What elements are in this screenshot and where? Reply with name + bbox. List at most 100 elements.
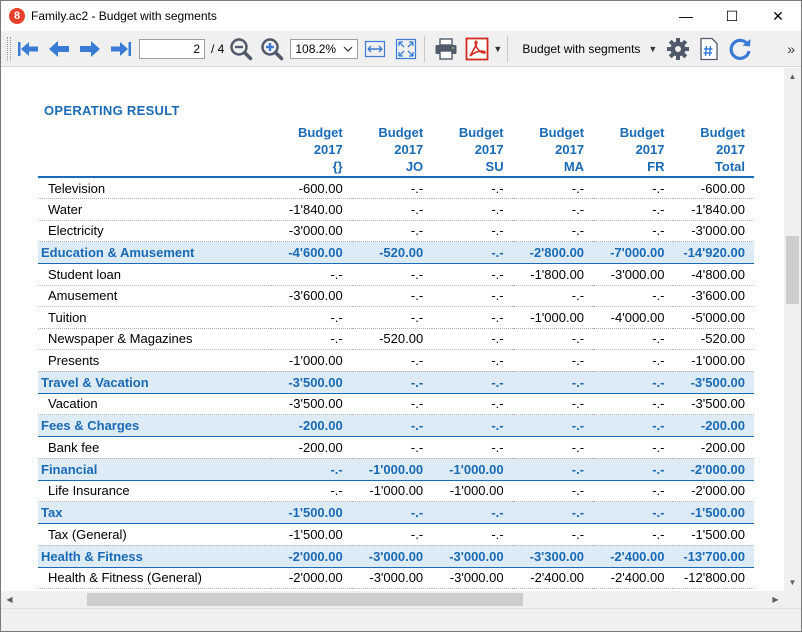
zoom-dropdown[interactable]: 108.2% [290,38,359,59]
amount-cell: -4'800.00 [673,263,754,286]
group-total-row: Health & Fitness -2'000.00 -3'000.00 -3'000… [38,545,754,568]
amount-cell: -1'000.00 [512,306,594,329]
caret-down-icon: ▼ [648,43,658,54]
amount-cell: -.- [432,220,513,242]
scroll-right-button[interactable]: ▶ [767,591,784,608]
row-label: Health & Fitness [38,545,272,568]
table-row: Television -600.00 -.- -.- -.- -.- -600.00 [38,177,754,199]
table-row: Amusement -3'600.00 -.- -.- -.- -.- -3'600.00 [38,285,754,307]
row-label: Travel & Vacation [38,371,272,394]
zoom-out-button[interactable] [227,35,255,63]
fit-page-icon [396,38,417,59]
amount-cell: -200.00 [271,414,352,437]
gear-icon [667,37,690,60]
amount-cell: -3'600.00 [673,285,754,307]
column-header [38,141,271,158]
print-button[interactable] [432,35,460,63]
toolbar-grip[interactable] [7,36,11,61]
zoom-out-icon [230,37,253,60]
table-row: Health & Fitness (General) -2'000.00 -3'00… [38,567,754,589]
column-header: FR [593,158,674,178]
toolbar-overflow-button[interactable]: » [787,41,795,57]
amount-cell: -3'500.00 [673,393,754,415]
amount-cell: -.- [432,436,513,459]
next-page-button[interactable] [76,35,104,63]
amount-cell: -3'000.00 [432,567,513,589]
report-preview[interactable]: OPERATING RESULT Budget Budget Budget Budge… [1,68,784,591]
group-total-row: Financial -.- -1'000.00 -1'000.00 -.- -.- -2'0… [38,458,754,481]
column-header: Budget [458,125,504,140]
scroll-up-button[interactable]: ▲ [784,68,801,85]
amount-cell: -3'000.00 [432,545,513,568]
amount-cell: -.- [593,198,674,221]
amount-cell: -.- [351,306,433,329]
scroll-left-button[interactable]: ◀ [1,591,18,608]
export-pdf-button[interactable] [463,35,491,63]
amount-cell: -1'800.00 [512,263,594,286]
zoom-in-button[interactable] [258,35,286,63]
amount-cell: -520.00 [351,328,433,350]
amount-cell: -3'500.00 [271,393,352,415]
amount-cell: -.- [593,523,674,546]
amount-cell: -.- [351,414,433,437]
amount-cell: -.- [512,371,594,394]
row-label: Education & Amusement [38,241,272,264]
status-bar [1,608,801,631]
amount-cell: -2'000.00 [673,458,754,481]
last-page-button[interactable] [107,35,135,63]
export-dropdown-button[interactable]: ▼ [491,44,503,54]
column-header [38,124,271,141]
amount-cell: -3'600.00 [271,285,352,307]
amount-cell: -.- [351,198,433,221]
amount-cell: -4'600.00 [271,241,352,264]
table-row: Water -1'840.00 -.- -.- -.- -.- -1'840.00 [38,198,754,221]
settings-button[interactable] [664,35,692,63]
amount-cell: -3'000.00 [351,545,433,568]
first-page-button[interactable] [14,35,42,63]
toolbar-separator [507,35,509,62]
previous-page-button[interactable] [45,35,73,63]
amount-cell: -.- [512,177,594,199]
amount-cell: -2'400.00 [512,567,594,589]
column-header: 2017 [474,142,504,157]
column-header: {} [271,158,352,178]
amount-cell: -5'000.00 [673,306,754,329]
amount-cell: -.- [512,480,594,502]
horizontal-scroll-thumb[interactable] [87,593,523,606]
amount-cell: -3'000.00 [673,220,754,242]
report-layout-dropdown[interactable]: Budget with segments ▼ [518,37,661,61]
vertical-scroll-thumb[interactable] [786,236,799,304]
amount-cell: -.- [271,306,352,329]
page-number-button[interactable] [695,35,723,63]
budget-table: Budget Budget Budget Budget Budget Budget 2017… [38,124,754,589]
page-number-input[interactable] [139,38,205,59]
maximize-button[interactable]: ☐ [709,1,755,31]
column-header: Budget [539,125,585,140]
refresh-button[interactable] [726,35,754,63]
arrow-left-icon [49,40,69,57]
vertical-scrollbar[interactable]: ▲ ▼ [784,68,801,591]
close-button[interactable]: ✕ [755,1,801,31]
amount-cell: -4'000.00 [593,306,674,329]
amount-cell: -.- [593,458,674,481]
column-header: SU [432,158,513,178]
fit-page-button[interactable] [392,35,420,63]
fit-width-button[interactable] [361,35,389,63]
header-row: {} JO SU MA FR Total [38,158,754,178]
column-header: Budget [297,125,343,140]
amount-cell: -600.00 [271,177,352,199]
amount-cell: -.- [512,501,594,524]
column-header: 2017 [394,142,424,157]
amount-cell: -.- [593,220,674,242]
minimize-button[interactable]: — [663,1,709,31]
toolbar-separator [424,35,426,62]
amount-cell: -.- [271,328,352,350]
row-label: Newspaper & Magazines [38,328,272,350]
horizontal-scrollbar[interactable]: ◀ ▶ [1,591,784,608]
scroll-down-button[interactable]: ▼ [784,574,801,591]
amount-cell: -.- [351,349,433,372]
amount-cell: -.- [512,436,594,459]
column-header [38,158,272,178]
amount-cell: -.- [593,480,674,502]
amount-cell: -13'700.00 [673,545,754,568]
